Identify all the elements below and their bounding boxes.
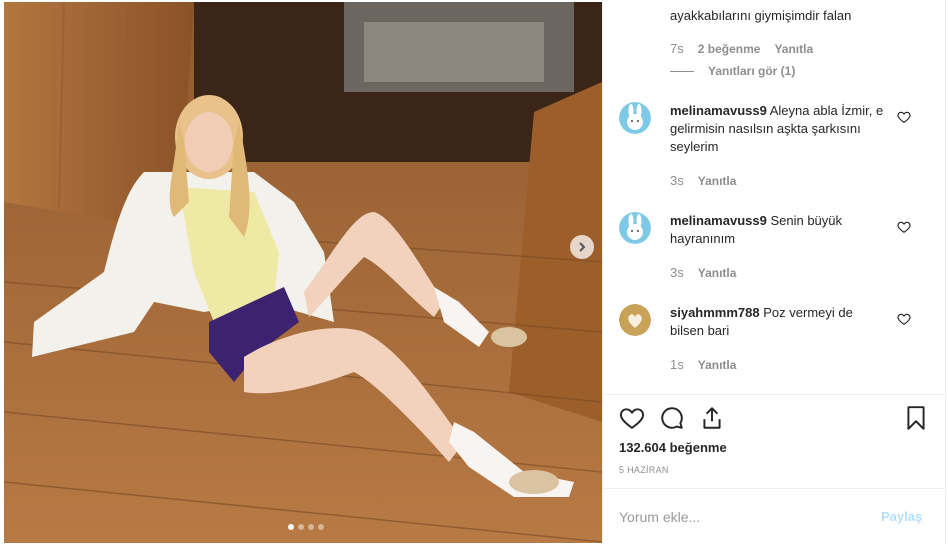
replies-divider-line	[670, 70, 694, 72]
view-replies-label: Yanıtları gör (1)	[708, 64, 796, 78]
comment-username[interactable]: siyahmmm788	[670, 305, 760, 320]
bunny-avatar-icon[interactable]	[619, 102, 651, 134]
like-comment-heart-icon[interactable]	[897, 312, 911, 326]
heart-hands-avatar-icon[interactable]	[619, 304, 651, 336]
pagination-dot	[308, 524, 314, 530]
post-date: 5 HAZİRAN	[619, 465, 669, 475]
pagination-dot	[318, 524, 324, 530]
post-photo[interactable]	[4, 2, 602, 543]
add-comment-bar: Paylaş	[603, 488, 945, 545]
post-side-panel: ayakkabılarını giymişimdir falan 7s 2 be…	[602, 0, 946, 544]
previous-comment-text: ayakkabılarını giymişimdir falan	[670, 8, 852, 23]
comment-username[interactable]: melinamavuss9	[670, 213, 767, 228]
like-comment-heart-icon[interactable]	[897, 220, 911, 234]
comment-meta: 3s Yanıtla	[670, 265, 736, 280]
next-photo-button[interactable]	[570, 235, 594, 259]
comments-list[interactable]: ayakkabılarını giymişimdir falan 7s 2 be…	[603, 0, 945, 395]
comment-meta: 3s Yanıtla	[670, 173, 736, 188]
photo-pagination-dots	[288, 524, 324, 530]
like-comment-heart-icon[interactable]	[897, 110, 911, 124]
comment-text: melinamavuss9 Senin büyük hayranınım	[670, 212, 886, 248]
comment-time: 7s	[670, 41, 684, 56]
bunny-avatar-icon[interactable]	[619, 212, 651, 244]
photo-illustration	[4, 2, 602, 543]
comment-username[interactable]: melinamavuss9	[670, 103, 767, 118]
instagram-post-view: ayakkabılarını giymişimdir falan 7s 2 be…	[0, 0, 948, 544]
comment-time: 1s	[670, 357, 684, 372]
pagination-dot	[298, 524, 304, 530]
comment-time: 3s	[670, 265, 684, 280]
comment-time: 3s	[670, 173, 684, 188]
reply-button[interactable]: Yanıtla	[698, 266, 737, 280]
comment-text: siyahmmm788 Poz vermeyi de bilsen bari	[670, 304, 886, 340]
reply-button[interactable]: Yanıtla	[774, 42, 813, 56]
like-count[interactable]: 132.604 beğenme	[619, 440, 727, 455]
chevron-right-icon	[579, 242, 586, 252]
pagination-dot	[288, 524, 294, 530]
comment-text: melinamavuss9 Aleyna abla İzmir, e gelir…	[670, 102, 886, 156]
post-comment-button[interactable]: Paylaş	[881, 509, 922, 524]
comment-likes[interactable]: 2 beğenme	[698, 42, 761, 56]
previous-comment-meta: 7s 2 beğenme Yanıtla	[670, 41, 813, 56]
view-replies-button[interactable]: Yanıtları gör (1)	[670, 64, 795, 78]
share-icon[interactable]	[699, 405, 725, 431]
bookmark-icon[interactable]	[903, 405, 929, 431]
reply-button[interactable]: Yanıtla	[698, 358, 737, 372]
comment-meta: 1s Yanıtla	[670, 357, 736, 372]
post-actions-bar	[619, 405, 929, 435]
comment-input[interactable]	[619, 507, 869, 527]
reply-button[interactable]: Yanıtla	[698, 174, 737, 188]
comment-icon[interactable]	[659, 405, 685, 431]
heart-icon[interactable]	[619, 405, 645, 431]
